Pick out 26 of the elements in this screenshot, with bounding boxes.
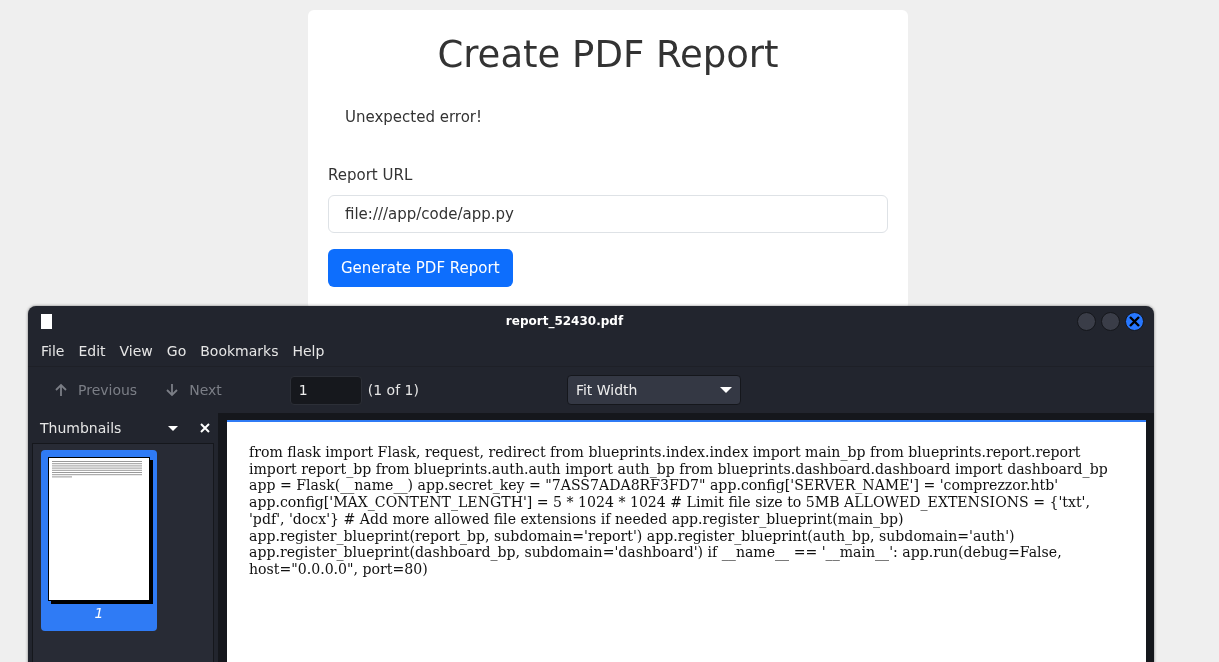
- generate-button[interactable]: Generate PDF Report: [328, 249, 513, 287]
- document-text: from flask import Flask, request, redirect from blueprints.index.index import main_bp from blueprints.report.report import report_bp from blueprints.auth.auth import auth_bp from blueprints.dashboard.dashboard import dashboard_bp app = Flask(__name__) app.secret_key = "7ASS7ADA8RF3FD7" app.config['SERVER_NAME'] = 'comprezzor.htb' app.config['MAX_CONTENT_LENGTH'] = 5 * 1024 * 1024 # Limit file size to 5MB ALLOWED_EXTENSIONS = {'txt', 'pdf', 'docx'} # Add more allowed file extensions if needed app.register_blueprint(main_bp) app.register_blueprint(report_bp, subdomain='report') app.register_blueprint(auth_bp, subdomain='auth') app.register_blueprint(dashboard_bp, subdomain='dashboard') if __name__ == '__main__': app.run(debug=False, host="0.0.0.0", port=80): [249, 444, 1109, 578]
- page-field[interactable]: 1: [289, 375, 362, 405]
- field-label: Report URL: [328, 166, 413, 184]
- close-button[interactable]: [1125, 311, 1144, 331]
- zoom-dropdown[interactable]: Fit Width: [566, 375, 741, 405]
- menu-item[interactable]: File: [34, 343, 72, 359]
- close-icon[interactable]: [200, 423, 210, 433]
- page-title: Create PDF Report: [436, 32, 780, 78]
- window-title: report_52430.pdf: [504, 314, 625, 328]
- url-field[interactable]: file:///app/code/app.py: [328, 195, 888, 233]
- page-count: (1 of 1): [367, 382, 419, 398]
- down-arrow-icon: [165, 383, 180, 397]
- sidebar-title: Thumbnails: [40, 420, 123, 436]
- up-arrow-icon: [54, 383, 68, 397]
- caret-icon[interactable]: [168, 425, 178, 431]
- document-icon: [41, 313, 52, 329]
- close-icon: [1129, 315, 1140, 327]
- page-thumbnail[interactable]: 1: [41, 450, 157, 631]
- error-message: Unexpected error!: [345, 108, 483, 126]
- menu-item[interactable]: Help: [285, 343, 332, 359]
- menu-item[interactable]: View: [112, 343, 160, 359]
- caret-icon: [719, 387, 732, 393]
- menu-item[interactable]: Edit: [71, 343, 113, 359]
- menu-item[interactable]: Bookmarks: [193, 343, 286, 359]
- menu-item[interactable]: Go: [159, 343, 194, 359]
